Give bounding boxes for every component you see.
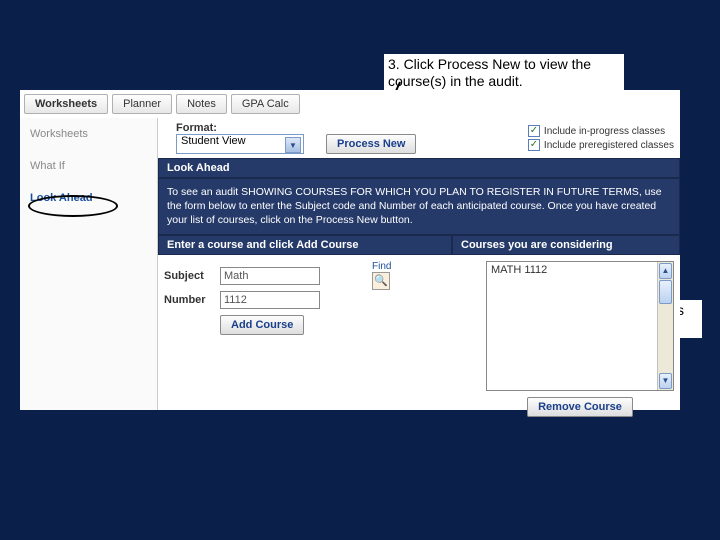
scroll-up-icon[interactable]: ▲ xyxy=(659,263,672,279)
subhead-enter-course: Enter a course and click Add Course xyxy=(158,235,452,255)
check-inprogress-label: Include in-progress classes xyxy=(544,126,665,137)
considering-column: MATH 1112 ▲ ▼ Remove Course xyxy=(486,261,674,417)
format-select[interactable]: Student View ▼ xyxy=(176,134,304,154)
chevron-down-icon: ▼ xyxy=(285,137,301,153)
format-label: Format: xyxy=(176,122,304,134)
find-label: Find xyxy=(372,261,412,272)
number-label: Number xyxy=(164,294,220,306)
section-title-bar: Look Ahead xyxy=(158,158,680,178)
find-icon[interactable]: 🔍 xyxy=(372,272,390,290)
scroll-down-icon[interactable]: ▼ xyxy=(659,373,672,389)
scroll-thumb[interactable] xyxy=(659,280,672,304)
sidebar-item-whatif[interactable]: What If xyxy=(20,150,157,182)
courses-listbox[interactable]: MATH 1112 ▲ ▼ xyxy=(486,261,674,391)
app-window: Worksheets Planner Notes GPA Calc Worksh… xyxy=(20,90,680,410)
annotation-step3: 3. Click Process New to view the course(… xyxy=(384,54,624,92)
subject-label: Subject xyxy=(164,270,220,282)
course-entry-form: Subject Number Add Course xyxy=(164,261,364,417)
checkbox-inprogress[interactable]: ✓ xyxy=(528,125,540,137)
sidebar-item-worksheets[interactable]: Worksheets xyxy=(20,118,157,150)
sidebar: Worksheets What If Look Ahead xyxy=(20,118,158,410)
tab-worksheets[interactable]: Worksheets xyxy=(24,94,108,114)
tab-planner[interactable]: Planner xyxy=(112,94,172,114)
content-area: Format: Student View ▼ Process New ✓ Inc… xyxy=(158,118,680,410)
number-input[interactable] xyxy=(220,291,320,309)
options-checks: ✓ Include in-progress classes ✓ Include … xyxy=(528,123,674,153)
tab-gpa-calc[interactable]: GPA Calc xyxy=(231,94,300,114)
subhead-considering: Courses you are considering xyxy=(452,235,680,255)
subject-input[interactable] xyxy=(220,267,320,285)
add-course-button[interactable]: Add Course xyxy=(220,315,304,335)
instructions-text: To see an audit SHOWING COURSES FOR WHIC… xyxy=(158,178,680,235)
remove-course-button[interactable]: Remove Course xyxy=(527,397,633,417)
find-column: Find 🔍 xyxy=(372,261,412,417)
tab-notes[interactable]: Notes xyxy=(176,94,227,114)
listbox-scrollbar[interactable]: ▲ ▼ xyxy=(657,262,673,390)
check-prereg-label: Include preregistered classes xyxy=(544,140,674,151)
process-new-button[interactable]: Process New xyxy=(326,134,416,154)
lookahead-highlight-circle xyxy=(28,195,118,217)
format-selected-value: Student View xyxy=(181,135,246,147)
tab-bar: Worksheets Planner Notes GPA Calc xyxy=(20,90,680,118)
list-item[interactable]: MATH 1112 xyxy=(487,262,673,278)
checkbox-prereg[interactable]: ✓ xyxy=(528,139,540,151)
